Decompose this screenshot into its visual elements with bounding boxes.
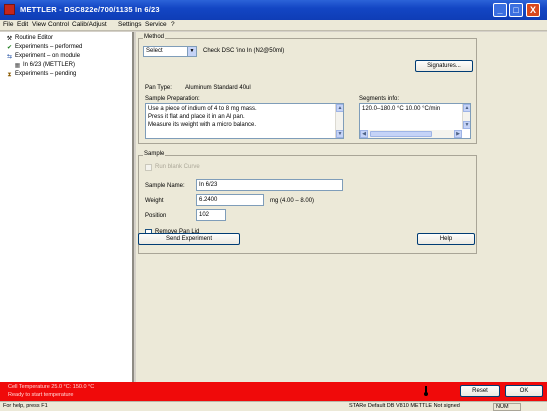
sample-group-label: Sample <box>143 151 166 157</box>
close-button[interactable]: X <box>526 3 540 17</box>
weight-label: Weight <box>145 198 164 204</box>
segments-list[interactable]: 120.0–180.0 °C 10.00 °C/min ▲ ▼ ◀ ▶ <box>359 103 471 139</box>
experiment-tree: ⚒ Routine Editor ✔ Experiments – performed… <box>0 32 134 382</box>
status-help-text: For help, press F1 <box>3 403 48 409</box>
tree-item-experiments-pending[interactable]: ⧗ Experiments – pending <box>6 71 76 79</box>
tree-item-in-6-23[interactable]: ▦ In 6/23 (METTLER) <box>14 62 75 70</box>
tree-item-label: Experiment – on module <box>15 53 81 59</box>
experiment-form: Method Select ▼ Check DSC 'ino In (N2@50… <box>136 32 547 382</box>
sample-prep-line-3: Measure its weight with a micro balance. <box>148 122 257 128</box>
reset-button[interactable]: Reset <box>460 385 500 397</box>
sample-name-label: Sample Name: <box>145 183 185 189</box>
sample-prep-scrollbar[interactable]: ▲ ▼ <box>335 104 343 138</box>
pan-type-value: Aluminum Standard 40ul <box>185 85 251 91</box>
chevron-down-icon: ▼ <box>187 47 196 56</box>
method-check-text: Check DSC 'ino In (N2@50ml) <box>203 48 285 54</box>
tree-item-label: Routine Editor <box>15 35 54 41</box>
title-bar[interactable]: METTLER - DSC822e/700/1135 In 6/23 _ □ X <box>0 0 547 20</box>
status-bar: For help, press F1 STARe Default DB V810… <box>0 401 547 411</box>
status-db-text: STARe Default DB V810 METTLE Not signed <box>349 403 460 409</box>
scroll-down-icon[interactable]: ▼ <box>336 130 343 138</box>
window-title: METTLER - DSC822e/700/1135 In 6/23 <box>20 5 160 14</box>
method-group-label: Method <box>143 34 166 40</box>
menu-edit[interactable]: Edit <box>17 21 28 28</box>
tree-item-routine-editor[interactable]: ⚒ Routine Editor <box>6 35 53 43</box>
sample-prep-text[interactable]: Use a piece of indium of 4 to 8 mg mass.… <box>145 103 344 139</box>
help-button[interactable]: Help <box>417 233 475 245</box>
segments-label: Segments info: <box>359 96 400 102</box>
method-select[interactable]: Select ▼ <box>143 46 197 57</box>
position-input[interactable]: 102 <box>196 209 226 221</box>
sample-prep-line-1: Use a piece of indium of 4 to 8 mg mass. <box>148 106 257 112</box>
scroll-up-icon[interactable]: ▲ <box>463 104 470 112</box>
method-select-value: Select <box>146 48 163 54</box>
sample-prep-label: Sample Preparation: <box>145 96 200 102</box>
sample-icon: ▦ <box>14 63 21 69</box>
send-experiment-button[interactable]: Send Experiment <box>138 233 240 245</box>
menu-file[interactable]: File <box>3 21 13 28</box>
arrows-icon: ⇆ <box>6 54 13 60</box>
menu-settings[interactable]: Settings <box>118 21 142 28</box>
menu-help[interactable]: ? <box>171 21 175 28</box>
scroll-down-icon[interactable]: ▼ <box>463 121 470 129</box>
sample-name-input[interactable]: In 6/23 <box>196 179 343 191</box>
weight-input[interactable]: 6.2400 <box>196 194 264 206</box>
check-icon: ✔ <box>6 45 13 51</box>
method-group: Method Select ▼ Check DSC 'ino In (N2@50… <box>138 34 477 144</box>
segments-line: 120.0–180.0 °C 10.00 °C/min <box>362 106 441 112</box>
scroll-up-icon[interactable]: ▲ <box>336 104 343 112</box>
ok-button[interactable]: OK <box>505 385 543 397</box>
segments-v-scrollbar[interactable]: ▲ ▼ <box>462 104 470 129</box>
tree-item-experiment-on-module[interactable]: ⇆ Experiment – on module <box>6 53 80 61</box>
wrench-icon: ⚒ <box>6 36 13 42</box>
temperature-alarm-bar: Cell Temperature 25.0 °C: 150.0 °C Ready… <box>0 382 547 401</box>
thermometer-icon <box>424 386 428 396</box>
menu-control[interactable]: Control <box>48 21 69 28</box>
tree-item-label: Experiments – performed <box>15 44 83 50</box>
hourglass-icon: ⧗ <box>7 72 12 78</box>
sample-prep-line-2: Press it flat and place it in an Al pan. <box>148 114 245 120</box>
signatures-button[interactable]: Signatures... <box>415 60 473 72</box>
minimize-button[interactable]: _ <box>493 3 507 17</box>
weight-unit-range: mg (4.00 – 8.00) <box>270 198 315 204</box>
tree-item-label: In 6/23 (METTLER) <box>23 62 76 68</box>
run-blank-checkbox[interactable] <box>145 164 152 171</box>
cell-temperature-text: Cell Temperature 25.0 °C: 150.0 °C <box>8 384 95 390</box>
ready-status-text: Ready to start temperature <box>8 392 74 398</box>
run-blank-label: Run blank Curve <box>155 164 200 170</box>
scroll-left-icon[interactable]: ◀ <box>360 130 368 138</box>
segments-h-thumb[interactable] <box>370 131 432 137</box>
tree-item-experiments-performed[interactable]: ✔ Experiments – performed <box>6 44 82 52</box>
position-label: Position <box>145 213 167 219</box>
scroll-right-icon[interactable]: ▶ <box>454 130 462 138</box>
menu-view[interactable]: View <box>32 21 46 28</box>
num-lock-indicator: NUM <box>493 403 521 411</box>
menu-bar: File Edit View Control Calib/Adjust Sett… <box>0 20 547 31</box>
pan-type-label: Pan Type: <box>145 85 172 91</box>
segments-h-scrollbar[interactable]: ◀ ▶ <box>360 130 462 138</box>
menu-service[interactable]: Service <box>145 21 167 28</box>
maximize-button[interactable]: □ <box>509 3 523 17</box>
tree-item-label: Experiments – pending <box>15 71 77 77</box>
menu-calib-adjust[interactable]: Calib/Adjust <box>72 21 107 28</box>
app-logo-icon <box>4 4 15 15</box>
